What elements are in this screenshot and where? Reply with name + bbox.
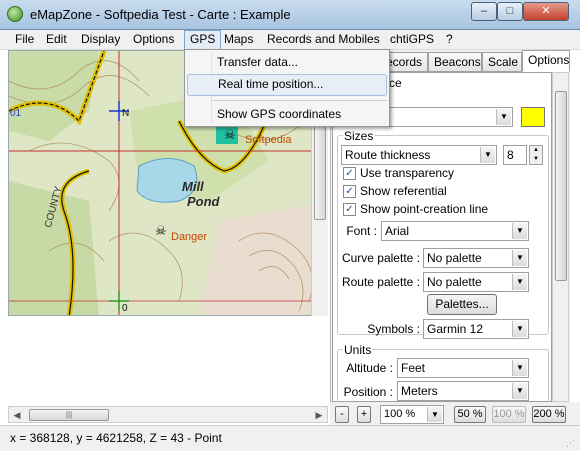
tab-beacons[interactable]: Beacons xyxy=(428,52,482,72)
chevron-down-icon: ▼ xyxy=(512,274,527,290)
show-referential-checkbox[interactable]: ✓ Show referential xyxy=(343,184,447,200)
sizes-group-label: Sizes xyxy=(343,129,375,143)
map-label-zero: 0 xyxy=(122,303,128,314)
zoom-out-button[interactable]: - xyxy=(335,406,349,423)
tab-scale[interactable]: Scale xyxy=(482,52,522,72)
tab-options[interactable]: Options xyxy=(522,50,570,72)
spin-up-icon[interactable]: ▲ xyxy=(530,146,542,155)
map-empty-area xyxy=(8,316,328,406)
menu-bar: File Edit Display Options GPS Maps Recor… xyxy=(0,30,580,50)
font-select-value: Arial xyxy=(385,224,410,238)
zoom-in-button[interactable]: + xyxy=(357,406,371,423)
status-bar: x = 368128, y = 4621258, Z = 43 - Point … xyxy=(0,425,580,451)
show-referential-label: Show referential xyxy=(360,184,447,198)
menu-maps[interactable]: Maps xyxy=(219,30,258,50)
units-group-label: Units xyxy=(343,343,373,357)
app-icon xyxy=(7,6,23,22)
curve-palette-value: No palette xyxy=(427,251,482,265)
size-select-value: Route thickness xyxy=(345,148,431,162)
gps-menu: Transfer data... Real time position... S… xyxy=(184,49,390,127)
altitude-select[interactable]: Feet ▼ xyxy=(397,358,529,378)
show-point-creation-label: Show point-creation line xyxy=(360,202,489,216)
checkmark-icon: ✓ xyxy=(343,167,356,180)
altitude-label: Altitude : xyxy=(346,361,393,375)
checkmark-icon: ✓ xyxy=(343,185,356,198)
size-stepper[interactable]: ▲ ▼ xyxy=(529,145,543,165)
appearance-group-label: ce xyxy=(389,76,402,90)
chevron-down-icon: ▼ xyxy=(512,250,527,266)
scroll-left-icon[interactable]: ◀ xyxy=(9,407,25,423)
zoom-200-button[interactable]: 200 % xyxy=(532,406,566,423)
zoom-select-value: 100 % xyxy=(384,408,416,420)
size-select[interactable]: Route thickness ▼ xyxy=(341,145,497,165)
chevron-down-icon: ▼ xyxy=(512,360,527,376)
symbols-value: Garmin 12 xyxy=(427,322,484,336)
window-title: eMapZone - Softpedia Test - Carte : Exam… xyxy=(30,7,291,22)
palettes-button[interactable]: Palettes... xyxy=(427,294,497,315)
menu-item-real-time-position[interactable]: Real time position... xyxy=(187,74,387,96)
map-label-one: 01 xyxy=(10,108,22,119)
chevron-down-icon: ▼ xyxy=(512,223,527,239)
menu-item-show-gps-coordinates[interactable]: Show GPS coordinates xyxy=(187,104,387,126)
font-label: Font : xyxy=(346,224,377,238)
map-label-mill: Mill xyxy=(182,179,204,194)
chevron-down-icon: ▼ xyxy=(496,109,511,125)
title-bar: eMapZone - Softpedia Test - Carte : Exam… xyxy=(0,0,580,30)
zoom-select[interactable]: 100 % ▼ xyxy=(380,405,444,424)
chevron-down-icon: ▼ xyxy=(427,407,442,422)
size-value-input[interactable]: 8 xyxy=(503,145,527,165)
symbols-select[interactable]: Garmin 12 ▼ xyxy=(423,319,529,339)
status-coordinates: x = 368128, y = 4621258, Z = 43 - Point xyxy=(10,431,222,445)
minimize-button[interactable]: – xyxy=(471,2,497,21)
chevron-down-icon: ▼ xyxy=(480,147,495,163)
options-vertical-thumb[interactable] xyxy=(555,91,567,281)
map-horizontal-scrollbar[interactable]: ◀ ||| ▶ xyxy=(8,406,328,423)
waypoint-softpedia[interactable]: Softpedia xyxy=(245,134,291,146)
menu-item-transfer-data[interactable]: Transfer data... xyxy=(187,52,387,74)
position-value: Meters xyxy=(401,384,438,398)
zoom-50-button[interactable]: 50 % xyxy=(454,406,486,423)
menu-display[interactable]: Display xyxy=(76,30,125,50)
font-select[interactable]: Arial ▼ xyxy=(381,221,529,241)
zoom-100-button[interactable]: 100 % xyxy=(492,406,526,423)
use-transparency-label: Use transparency xyxy=(360,166,455,180)
curve-palette-select[interactable]: No palette ▼ xyxy=(423,248,529,268)
menu-file[interactable]: File xyxy=(10,30,39,50)
scroll-right-icon[interactable]: ▶ xyxy=(311,407,327,423)
resize-grip-icon[interactable]: ⋰ xyxy=(566,437,578,449)
route-palette-select[interactable]: No palette ▼ xyxy=(423,272,529,292)
use-transparency-checkbox[interactable]: ✓ Use transparency xyxy=(343,166,454,182)
map-horizontal-thumb[interactable]: ||| xyxy=(29,409,109,421)
map-label-n: N xyxy=(122,108,130,119)
position-select[interactable]: Meters ▼ xyxy=(397,381,529,401)
menu-gps[interactable]: GPS xyxy=(184,30,222,50)
show-point-creation-checkbox[interactable]: ✓ Show point-creation line xyxy=(343,202,488,218)
checkmark-icon: ✓ xyxy=(343,203,356,216)
options-vertical-scrollbar[interactable] xyxy=(552,72,569,402)
position-label: Position : xyxy=(343,385,393,399)
menu-chtigps[interactable]: chtiGPS xyxy=(385,30,439,50)
menu-edit[interactable]: Edit xyxy=(41,30,72,50)
menu-separator xyxy=(213,100,387,101)
route-palette-value: No palette xyxy=(427,275,482,289)
menu-help[interactable]: ? xyxy=(441,30,458,50)
menu-options[interactable]: Options xyxy=(128,30,179,50)
skull-icon[interactable]: ☠ xyxy=(155,223,167,239)
route-palette-label: Route palette : xyxy=(341,275,420,289)
chevron-down-icon: ▼ xyxy=(512,383,527,399)
color-swatch[interactable] xyxy=(521,107,545,127)
close-button[interactable]: ✕ xyxy=(523,2,569,21)
map-label-pond: Pond xyxy=(187,194,220,209)
maximize-button[interactable]: □ xyxy=(497,2,523,21)
spin-down-icon[interactable]: ▼ xyxy=(530,155,542,164)
waypoint-danger[interactable]: Danger xyxy=(171,231,207,243)
symbols-label: Symbols : xyxy=(367,322,420,336)
menu-records-and-mobiles[interactable]: Records and Mobiles xyxy=(262,30,385,50)
chevron-down-icon: ▼ xyxy=(512,321,527,337)
skull-icon[interactable]: ☠ xyxy=(224,127,236,143)
curve-palette-label: Curve palette : xyxy=(341,251,420,265)
altitude-value: Feet xyxy=(401,361,426,375)
